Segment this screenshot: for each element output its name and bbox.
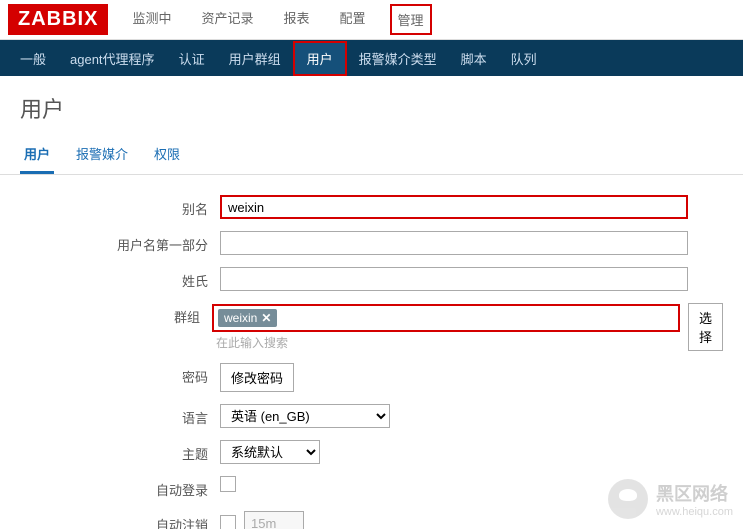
- name-input[interactable]: [220, 231, 688, 255]
- topnav-config[interactable]: 配置: [334, 4, 372, 35]
- password-label: 密码: [20, 363, 220, 386]
- logo: ZABBIX: [8, 4, 108, 35]
- watermark: 黑区网络 www.heiqu.com: [608, 479, 733, 519]
- name-label: 用户名第一部分: [20, 231, 220, 254]
- autologin-label: 自动登录: [20, 476, 220, 499]
- surname-input[interactable]: [220, 267, 688, 291]
- watermark-url: www.heiqu.com: [656, 506, 733, 518]
- subnav-proxies[interactable]: agent代理程序: [58, 43, 167, 74]
- autologin-checkbox[interactable]: [220, 476, 236, 492]
- subnav-mediatypes[interactable]: 报警媒介类型: [347, 43, 449, 74]
- top-nav: 监测中 资产记录 报表 配置 管理: [126, 4, 431, 35]
- autologout-label: 自动注销: [20, 511, 220, 529]
- tab-user[interactable]: 用户: [20, 136, 54, 174]
- watermark-icon: [608, 479, 648, 519]
- theme-select[interactable]: 系统默认: [220, 440, 320, 464]
- subnav-general[interactable]: 一般: [8, 43, 58, 74]
- subnav-scripts[interactable]: 脚本: [449, 43, 499, 74]
- subnav-queue[interactable]: 队列: [499, 43, 549, 74]
- lang-select[interactable]: 英语 (en_GB): [220, 404, 390, 428]
- group-label: 群组: [20, 303, 212, 326]
- user-form: 别名 用户名第一部分 姓氏 群组 weixin ✕ 在此输入搜索: [0, 175, 743, 529]
- subnav-auth[interactable]: 认证: [167, 43, 217, 74]
- alias-label: 别名: [20, 195, 220, 218]
- page-title: 用户: [0, 76, 743, 136]
- autologout-input: [244, 511, 304, 529]
- topnav-inventory[interactable]: 资产记录: [195, 4, 259, 35]
- group-tag: weixin ✕: [218, 309, 277, 327]
- theme-label: 主题: [20, 440, 220, 463]
- watermark-title: 黑区网络: [656, 480, 733, 506]
- group-tag-remove-icon[interactable]: ✕: [261, 311, 271, 325]
- change-password-button[interactable]: 修改密码: [220, 363, 294, 392]
- group-tag-label: weixin: [224, 311, 257, 325]
- autologout-checkbox[interactable]: [220, 515, 236, 529]
- group-search-placeholder: 在此输入搜索: [212, 334, 680, 351]
- group-tagbox[interactable]: weixin ✕: [212, 304, 680, 332]
- surname-label: 姓氏: [20, 267, 220, 290]
- tab-permissions[interactable]: 权限: [150, 136, 184, 174]
- topnav-monitoring[interactable]: 监测中: [126, 4, 177, 35]
- alias-input[interactable]: [220, 195, 688, 219]
- lang-label: 语言: [20, 404, 220, 427]
- tabs: 用户 报警媒介 权限: [0, 136, 743, 175]
- subnav-users[interactable]: 用户: [293, 41, 347, 76]
- group-select-button[interactable]: 选择: [688, 303, 723, 351]
- topnav-reports[interactable]: 报表: [277, 4, 315, 35]
- tab-media[interactable]: 报警媒介: [72, 136, 132, 174]
- sub-nav: 一般 agent代理程序 认证 用户群组 用户 报警媒介类型 脚本 队列: [0, 40, 743, 76]
- topnav-admin[interactable]: 管理: [390, 4, 432, 35]
- subnav-usergroups[interactable]: 用户群组: [217, 43, 293, 74]
